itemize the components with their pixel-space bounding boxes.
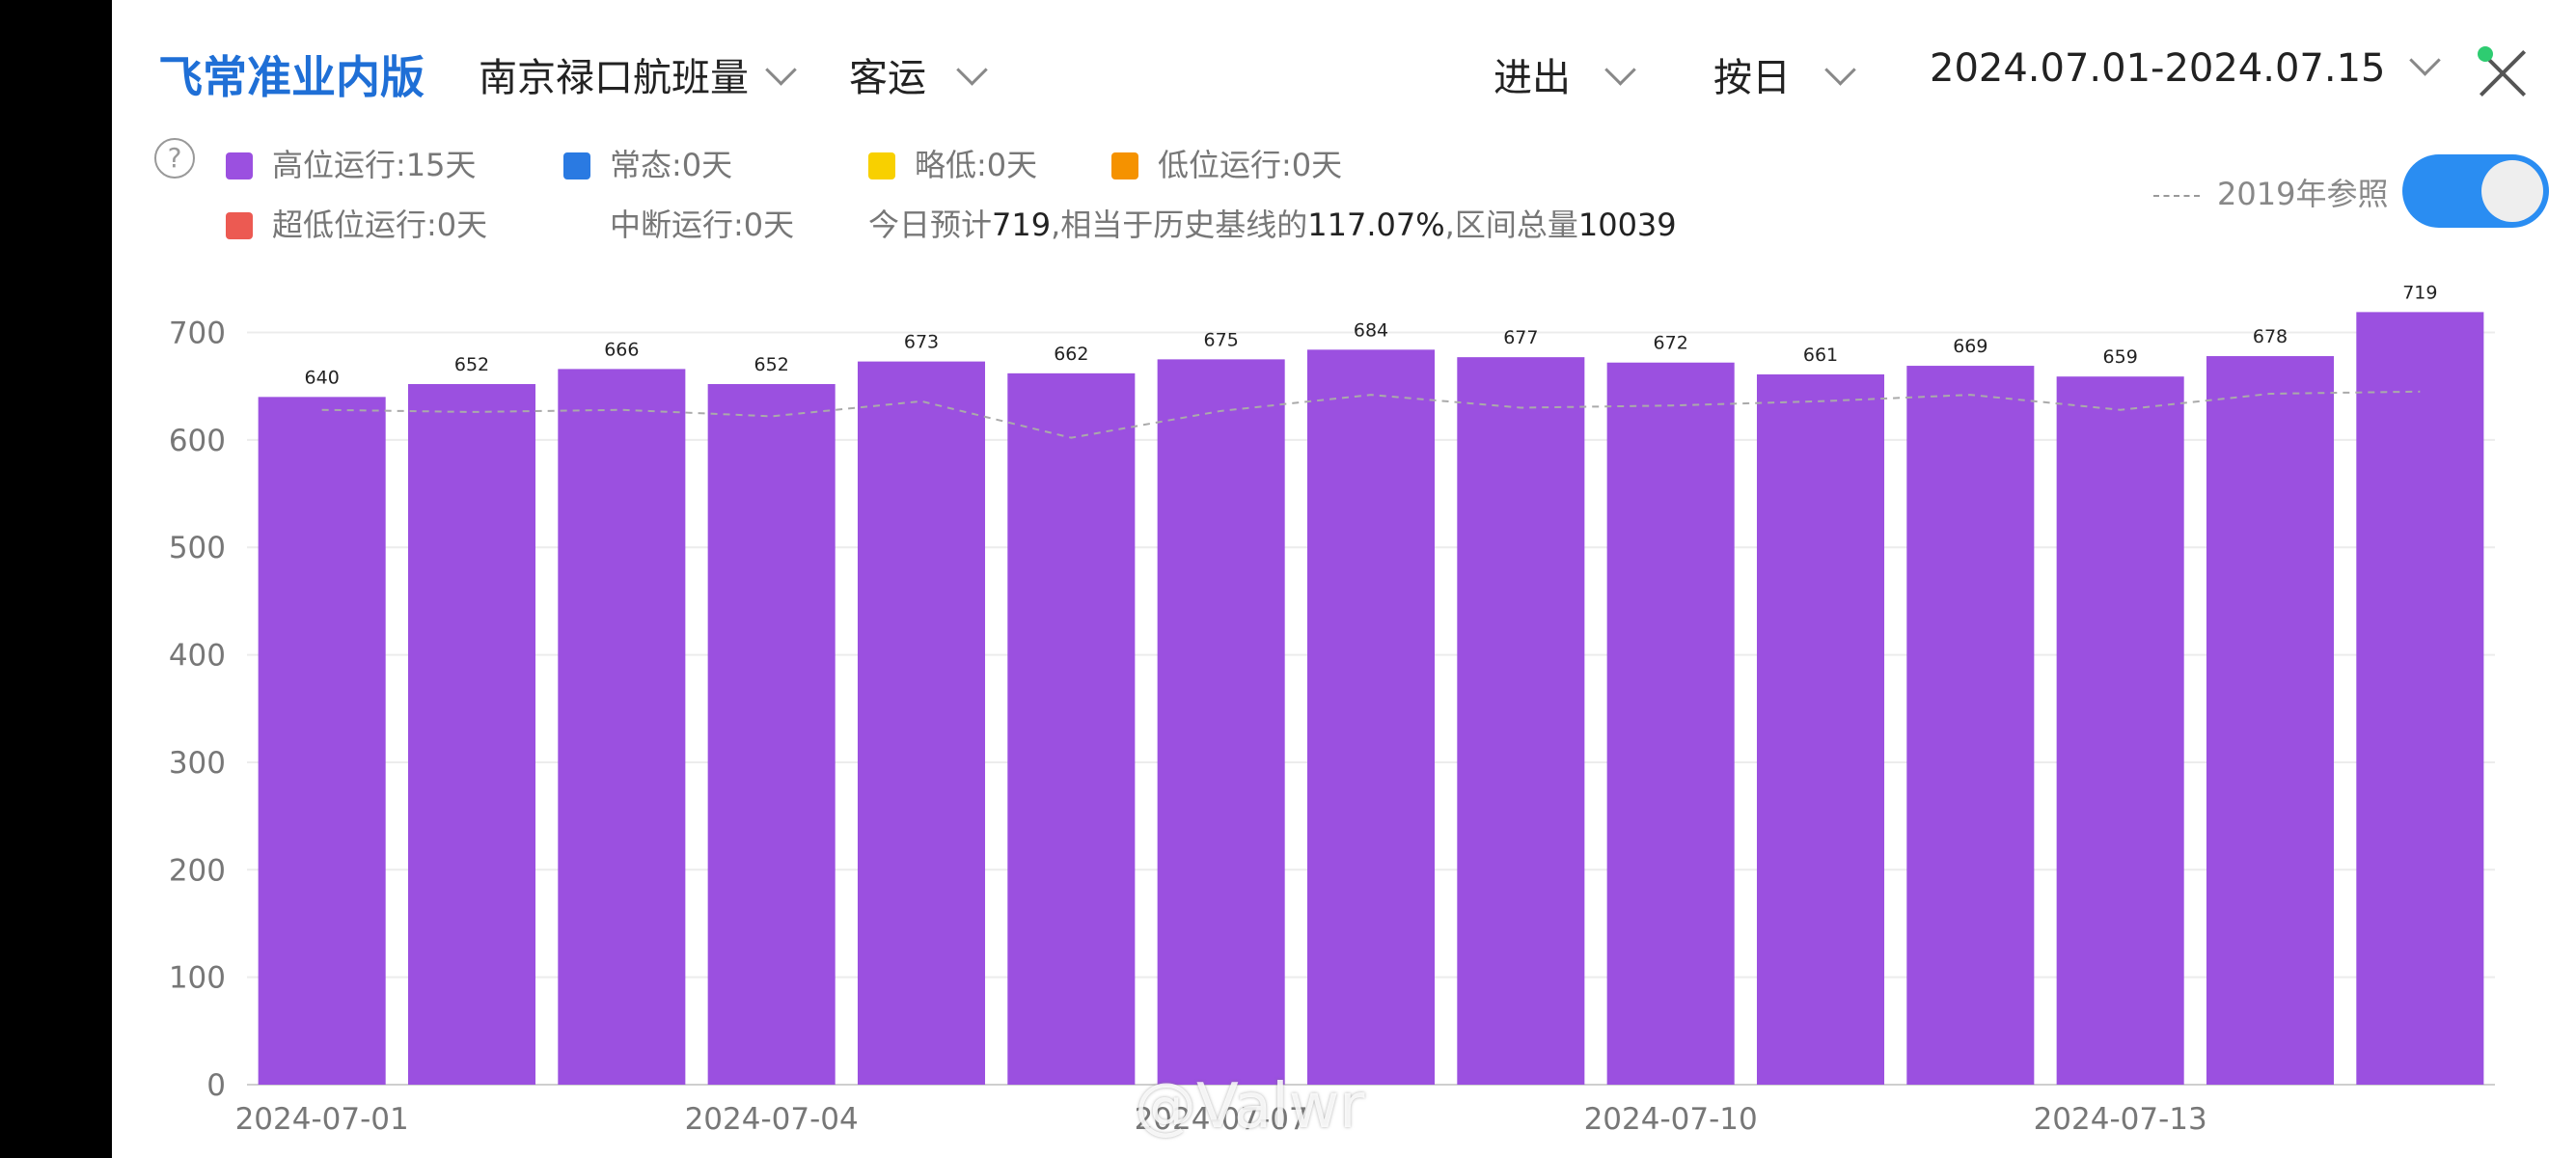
legend-item: 超低位运行:0天 [226, 201, 487, 245]
bar [1007, 372, 1136, 1085]
summary-prefix: 今日预计 [868, 207, 993, 243]
app-panel: 飞常准业内版 南京禄口航班量 客运 进出 按日 2024.07.01-2024.… [112, 0, 2576, 1158]
dashed-line-icon [2153, 195, 2200, 197]
bar [1756, 373, 1885, 1086]
granularity-dropdown-label: 按日 [1713, 56, 1791, 100]
type-dropdown[interactable]: 客运 [849, 46, 988, 102]
legend-label: 超低位运行:0天 [272, 207, 488, 243]
summary-total: 10039 [1577, 207, 1677, 243]
direction-dropdown[interactable]: 进出 [1494, 46, 1636, 102]
summary-mid2: ,区间总量 [1444, 207, 1578, 243]
bar [707, 383, 836, 1085]
summary-text: 今日预计719,相当于历史基线的117.07%,区间总量10039 [868, 201, 1677, 245]
direction-dropdown-label: 进出 [1494, 56, 1571, 100]
bar [1457, 357, 1585, 1085]
bar [258, 397, 386, 1086]
legend-item: 低位运行:0天 [1111, 141, 1342, 185]
data-label: 666 [604, 339, 639, 360]
chevron-down-icon [956, 54, 988, 86]
y-tick-label: 100 [169, 961, 226, 996]
y-tick-label: 300 [169, 746, 226, 781]
legend-item: 略低:0天 [868, 141, 1037, 185]
airport-dropdown-label: 南京禄口航班量 [479, 56, 749, 100]
y-tick-label: 400 [169, 639, 226, 674]
data-label: 719 [2402, 282, 2437, 303]
summary-percent: 117.07% [1307, 207, 1445, 243]
data-label: 673 [904, 332, 939, 353]
legend-label: 中断运行:0天 [610, 207, 795, 243]
y-tick-label: 0 [206, 1068, 226, 1103]
legend-swatch [868, 152, 895, 179]
legend-label: 常态:0天 [610, 147, 733, 183]
legend-swatch [226, 152, 253, 179]
legend-label: 低位运行:0天 [1158, 147, 1343, 183]
data-label: 684 [1354, 319, 1388, 341]
y-tick-label: 600 [169, 424, 226, 458]
x-tick-label: 2024-07-13 [2034, 1102, 2207, 1137]
bar-chart: 0 100 200 300 400 500 600 700 640 652 666 652 673 662… [169, 282, 2495, 1137]
legend-label: 略低:0天 [915, 147, 1038, 183]
bar [2356, 312, 2484, 1085]
help-icon[interactable]: ? [154, 138, 195, 179]
legend-item: 高位运行:15天 [226, 141, 477, 185]
reference-label: 2019年参照 [2217, 176, 2389, 212]
legend-item: 常态:0天 [563, 141, 732, 185]
y-tick-label: 700 [169, 317, 226, 351]
legend-swatch [226, 212, 253, 239]
legend-swatch [1111, 152, 1138, 179]
bar [1306, 349, 1436, 1085]
data-label: 659 [2103, 346, 2138, 368]
summary-mid: ,相当于历史基线的 [1051, 207, 1308, 243]
data-label: 652 [754, 354, 789, 375]
bar [2206, 356, 2335, 1085]
bar [558, 369, 686, 1085]
bar [2056, 376, 2184, 1085]
data-label: 662 [1054, 344, 1088, 365]
x-tick-label: 2024-07-04 [685, 1102, 859, 1137]
reference-legend: 2019年参照 [2153, 170, 2388, 214]
watermark: @Valwr [1135, 1071, 1365, 1143]
data-label: 672 [1654, 333, 1688, 354]
toggle-knob [2481, 160, 2543, 222]
x-tick-label: 2024-07-10 [1584, 1102, 1758, 1137]
type-dropdown-label: 客运 [849, 56, 926, 100]
bar [407, 383, 536, 1085]
data-label: 677 [1503, 327, 1538, 348]
data-label: 640 [305, 367, 340, 388]
bar [1606, 362, 1735, 1085]
chevron-down-icon [1824, 54, 1856, 86]
legend-label: 高位运行:15天 [272, 147, 477, 183]
legend-item: 中断运行:0天 [610, 201, 794, 245]
data-label: 678 [2253, 326, 2288, 347]
chevron-down-icon [2409, 44, 2442, 76]
reference-toggle[interactable] [2402, 154, 2549, 228]
date-range-dropdown[interactable]: 2024.07.01-2024.07.15 [1930, 44, 2442, 91]
bar [1906, 366, 2035, 1085]
bar [857, 361, 986, 1085]
airport-dropdown[interactable]: 南京禄口航班量 [479, 46, 797, 102]
data-label: 661 [1803, 345, 1838, 366]
legend-swatch [563, 152, 590, 179]
chevron-down-icon [1604, 54, 1636, 86]
app-title: 飞常准业内版 [158, 51, 425, 103]
summary-today: 719 [992, 207, 1052, 243]
data-label: 675 [1204, 329, 1239, 350]
chevron-down-icon [765, 54, 797, 86]
granularity-dropdown[interactable]: 按日 [1713, 46, 1856, 102]
data-label: 652 [454, 354, 489, 375]
y-tick-label: 200 [169, 853, 226, 888]
x-tick-label: 2024-07-01 [235, 1102, 409, 1137]
data-label: 669 [1953, 336, 1987, 357]
status-dot [2478, 46, 2493, 62]
date-range-label: 2024.07.01-2024.07.15 [1930, 46, 2386, 91]
y-tick-label: 500 [169, 531, 226, 565]
bar [1157, 359, 1285, 1085]
